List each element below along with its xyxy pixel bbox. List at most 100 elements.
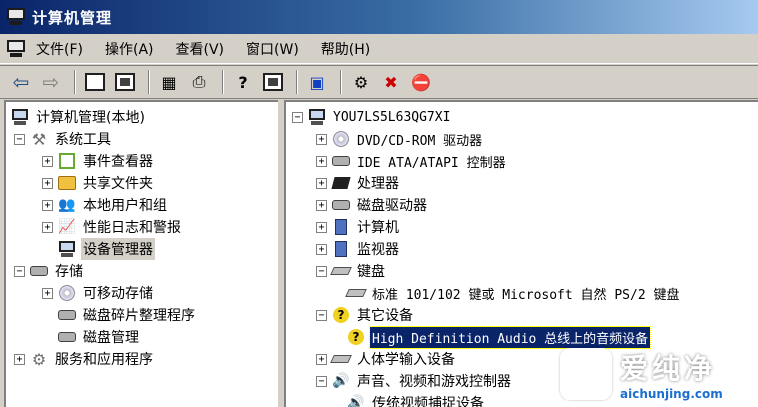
tree-item-removable-storage[interactable]: + 可移动存储 (42, 282, 155, 304)
expand-toggle[interactable]: + (316, 155, 327, 167)
expand-toggle[interactable]: + (316, 353, 327, 365)
back-arrow-icon[interactable]: ⇦ (8, 69, 34, 95)
ide-controller-icon (331, 152, 351, 170)
tree-item-system-tools[interactable]: − ⚒ 系统工具 (14, 128, 113, 150)
collapse-toggle[interactable]: − (316, 375, 327, 387)
window-title: 计算机管理 (32, 8, 113, 27)
device-label: IDE ATA/ATAPI 控制器 (357, 155, 506, 171)
toolbar-separator (222, 70, 224, 94)
users-icon: 👥 (58, 197, 76, 213)
expand-toggle[interactable]: + (42, 287, 53, 299)
expand-toggle[interactable]: + (42, 155, 53, 167)
device-category-hid[interactable]: + 人体学输入设备 (316, 348, 457, 370)
tree-item-label: 设备管理器 (81, 238, 155, 260)
menu-window[interactable]: 窗口(W) (246, 39, 299, 59)
collapse-toggle[interactable]: − (316, 309, 327, 321)
console-tree-pane[interactable]: 计算机管理(本地) − ⚒ 系统工具 + 事件查看器 + 共享文件夹 + 👥 本… (4, 100, 278, 407)
device-tree-root-label: YOU7LS5L63QG7XI (333, 109, 451, 125)
tree-item-event-viewer[interactable]: + 事件查看器 (42, 150, 155, 172)
device-category-computer[interactable]: + 计算机 (316, 216, 401, 238)
device-label: 标准 101/102 键或 Microsoft 自然 PS/2 键盘 (372, 287, 680, 303)
device-category-dvd[interactable]: + DVD/CD-ROM 驱动器 (316, 128, 484, 150)
tree-root[interactable]: 计算机管理(本地) (10, 106, 147, 128)
up-folder-icon[interactable] (82, 69, 108, 95)
collapse-toggle[interactable]: − (292, 111, 303, 123)
speaker-icon: 🔊 (347, 395, 365, 407)
expand-toggle[interactable]: + (14, 353, 25, 365)
expand-toggle[interactable]: + (316, 243, 327, 255)
watermark-logo-icon (560, 348, 612, 400)
tree-item-label: 本地用户和组 (83, 198, 167, 214)
device-label: 人体学输入设备 (357, 352, 455, 368)
help-icon[interactable]: ? (230, 69, 256, 95)
scan-hardware-icon[interactable]: ▣ (304, 69, 330, 95)
tree-root-label: 计算机管理(本地) (36, 110, 145, 126)
toolbar-separator (340, 70, 342, 94)
computer-tower-icon (331, 218, 351, 236)
device-category-disk-drives[interactable]: + 磁盘驱动器 (316, 194, 429, 216)
device-category-other[interactable]: − ? 其它设备 (316, 304, 415, 326)
speaker-icon: 🔊 (332, 373, 350, 389)
watermark-brand: 爱纯净 (620, 352, 717, 385)
system-menu-icon[interactable] (6, 39, 26, 58)
device-label: 键盘 (357, 264, 385, 280)
export-icon[interactable] (260, 69, 286, 95)
tree-item-label: 系统工具 (55, 132, 111, 148)
expand-toggle[interactable]: + (316, 221, 327, 233)
device-category-sound[interactable]: − 🔊 声音、视频和游戏控制器 (316, 370, 513, 392)
device-category-keyboards[interactable]: − 键盘 (316, 260, 387, 282)
tree-item-storage[interactable]: − 存储 (14, 260, 85, 282)
tree-item-label: 性能日志和警报 (83, 220, 181, 236)
device-label: 磁盘驱动器 (357, 198, 427, 214)
collapse-toggle[interactable]: − (316, 265, 327, 277)
menu-view[interactable]: 查看(V) (176, 39, 225, 59)
menu-help[interactable]: 帮助(H) (321, 39, 370, 59)
tree-item-local-users[interactable]: + 👥 本地用户和组 (42, 194, 169, 216)
uninstall-icon[interactable]: ✖ (378, 69, 404, 95)
expand-toggle[interactable]: + (42, 177, 53, 189)
tree-item-device-manager[interactable]: 设备管理器 (42, 238, 155, 260)
tree-item-label: 可移动存储 (83, 286, 153, 302)
update-driver-icon[interactable]: ⚙ (348, 69, 374, 95)
disk-drive-icon (331, 196, 351, 214)
device-manager-icon (57, 240, 77, 258)
print-icon[interactable]: ⎙ (186, 69, 212, 95)
expand-toggle[interactable]: + (316, 199, 327, 211)
disk-management-icon (57, 328, 77, 346)
tree-item-services-apps[interactable]: + ⚙ 服务和应用程序 (14, 348, 155, 370)
show-hide-tree-icon[interactable] (112, 69, 138, 95)
tree-item-shared-folders[interactable]: + 共享文件夹 (42, 172, 155, 194)
device-standard-keyboard[interactable]: 标准 101/102 键或 Microsoft 自然 PS/2 键盘 (345, 282, 682, 304)
device-tree-root[interactable]: − YOU7LS5L63QG7XI (292, 106, 452, 128)
processor-icon (331, 174, 351, 192)
computer-icon (10, 108, 30, 126)
tree-item-label: 服务和应用程序 (55, 352, 153, 368)
toolbar-separator (148, 70, 150, 94)
forward-arrow-icon[interactable]: ⇨ (38, 69, 64, 95)
tree-item-disk-management[interactable]: 磁盘管理 (42, 326, 141, 348)
device-category-ide[interactable]: + IDE ATA/ATAPI 控制器 (316, 150, 508, 172)
collapse-toggle[interactable]: − (14, 133, 25, 145)
disable-icon[interactable]: ⛔ (408, 69, 434, 95)
properties-icon[interactable]: ▦ (156, 69, 182, 95)
unknown-device-icon: ? (331, 306, 351, 324)
device-video-capture[interactable]: 🔊 传统视频捕捉设备 (346, 392, 486, 407)
tree-item-defragmenter[interactable]: 磁盘碎片整理程序 (42, 304, 197, 326)
expand-toggle[interactable]: + (42, 199, 53, 211)
expand-toggle[interactable]: + (316, 133, 327, 145)
tree-item-label: 磁盘碎片整理程序 (83, 308, 195, 324)
collapse-toggle[interactable]: − (14, 265, 25, 277)
device-label: 其它设备 (357, 308, 413, 324)
device-category-processor[interactable]: + 处理器 (316, 172, 401, 194)
hid-icon (330, 350, 352, 368)
device-label: DVD/CD-ROM 驱动器 (357, 133, 483, 149)
tree-item-performance-logs[interactable]: + 📈 性能日志和警报 (42, 216, 183, 238)
menu-action[interactable]: 操作(A) (105, 39, 154, 59)
expand-toggle[interactable]: + (316, 177, 327, 189)
device-category-monitors[interactable]: + 监视器 (316, 238, 401, 260)
keyboard-icon (345, 284, 367, 302)
monitor-icon (331, 240, 351, 258)
menu-file[interactable]: 文件(F) (36, 39, 83, 59)
expand-toggle[interactable]: + (42, 221, 53, 233)
